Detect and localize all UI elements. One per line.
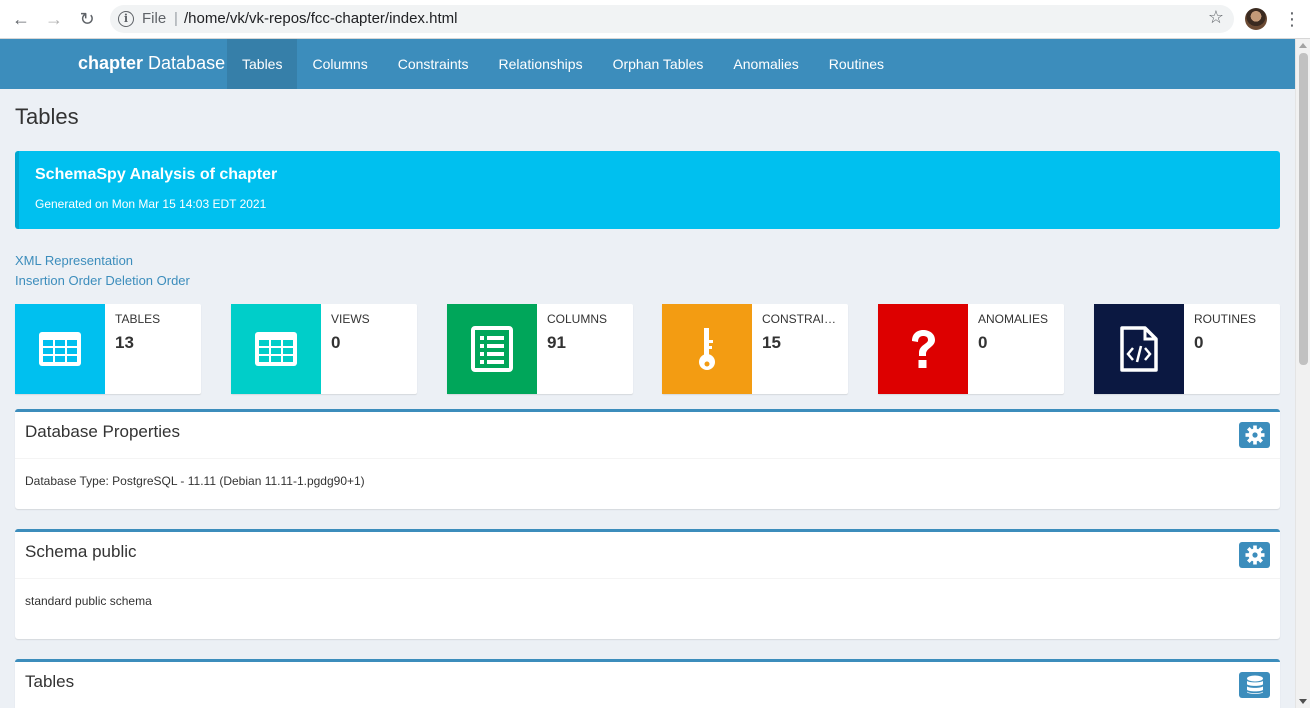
url-scheme: File: [142, 10, 167, 27]
deletion-order-link[interactable]: Deletion Order: [105, 273, 190, 288]
info-icon[interactable]: i: [118, 11, 134, 27]
nav-tab-constraints[interactable]: Constraints: [383, 39, 484, 89]
tables-box: Tables: [15, 659, 1280, 708]
settings-button[interactable]: [1239, 422, 1270, 448]
scroll-up-arrow-icon[interactable]: [1299, 43, 1307, 48]
infobox-routines[interactable]: ROUTINES 0: [1094, 304, 1280, 394]
infobox-constraints[interactable]: CONSTRAINTS 15: [662, 304, 848, 394]
xml-representation-link[interactable]: XML Representation: [15, 253, 133, 268]
forward-arrow-icon[interactable]: →: [42, 8, 66, 30]
infobox-value: 0: [1194, 333, 1204, 352]
nav-menu: Tables Columns Constraints Relationships…: [227, 39, 899, 89]
top-navbar: chapter Database Tables Columns Constrai…: [0, 39, 1295, 89]
question-icon: [878, 304, 968, 394]
settings-button[interactable]: [1239, 542, 1270, 568]
nav-tab-orphan-tables[interactable]: Orphan Tables: [598, 39, 719, 89]
box-header: Tables: [15, 662, 1280, 708]
nav-tab-tables[interactable]: Tables: [227, 39, 298, 89]
insertion-order-link[interactable]: Insertion Order: [15, 273, 102, 288]
infobox-views[interactable]: VIEWS 0: [231, 304, 417, 394]
export-links: XML Representation Insertion Order Delet…: [15, 251, 190, 291]
key-icon: [662, 304, 752, 394]
database-button[interactable]: [1239, 672, 1270, 698]
callout-subtitle: Generated on Mon Mar 15 14:03 EDT 2021: [35, 197, 267, 211]
infobox-value: 13: [115, 333, 134, 352]
url-text[interactable]: /home/vk/vk-repos/fcc-chapter/index.html: [184, 10, 457, 27]
box-title: Tables: [25, 672, 75, 691]
code-file-icon: [1094, 304, 1184, 394]
browser-toolbar: ← → ↻ i File | /home/vk/vk-repos/fcc-cha…: [0, 0, 1310, 39]
brand-rest-text: Database: [143, 53, 226, 73]
infobox-value: 91: [547, 333, 566, 352]
table-icon: [231, 304, 321, 394]
infobox-value: 0: [331, 333, 341, 352]
page-scrollbar[interactable]: [1295, 39, 1310, 708]
infobox-label: ANOMALIES: [978, 312, 1049, 326]
infobox-columns[interactable]: COLUMNS 91: [447, 304, 633, 394]
infobox-tables[interactable]: TABLES 13: [15, 304, 201, 394]
infobox-value: 0: [978, 333, 988, 352]
box-title: Schema public: [25, 542, 137, 561]
nav-tab-anomalies[interactable]: Anomalies: [718, 39, 813, 89]
menu-kebab-icon[interactable]: ⋮: [1283, 8, 1301, 30]
box-title: Database Properties: [25, 422, 180, 441]
reload-icon[interactable]: ↻: [75, 8, 99, 30]
url-separator: |: [174, 10, 178, 27]
infobox-anomalies[interactable]: ANOMALIES 0: [878, 304, 1064, 394]
nav-tab-columns[interactable]: Columns: [297, 39, 382, 89]
database-icon: [1246, 675, 1263, 694]
back-arrow-icon[interactable]: ←: [9, 8, 33, 30]
page-title: Tables: [15, 104, 79, 129]
infobox-label: COLUMNS: [547, 312, 608, 326]
table-icon: [15, 304, 105, 394]
brand-logo[interactable]: chapter Database: [78, 53, 225, 74]
database-properties-box: Database Properties Database Type: Postg…: [15, 409, 1280, 509]
box-header: Schema public: [15, 532, 1280, 579]
box-header: Database Properties: [15, 412, 1280, 459]
gear-icon: [1245, 425, 1264, 445]
infobox-label: CONSTRAINTS: [762, 312, 842, 326]
nav-tab-routines[interactable]: Routines: [814, 39, 899, 89]
scroll-thumb[interactable]: [1299, 53, 1308, 365]
infobox-label: TABLES: [115, 312, 161, 326]
profile-avatar[interactable]: [1245, 8, 1267, 30]
schema-description-text: standard public schema: [25, 594, 152, 608]
callout-title: SchemaSpy Analysis of chapter: [35, 166, 278, 183]
nav-tab-relationships[interactable]: Relationships: [484, 39, 598, 89]
analysis-callout: SchemaSpy Analysis of chapter Generated …: [15, 151, 1280, 229]
scroll-down-arrow-icon[interactable]: [1299, 699, 1307, 704]
address-bar[interactable]: i File | /home/vk/vk-repos/fcc-chapter/i…: [110, 5, 1234, 33]
database-type-text: Database Type: PostgreSQL - 11.11 (Debia…: [25, 474, 365, 488]
infobox-value: 15: [762, 333, 781, 352]
infobox-label: ROUTINES: [1194, 312, 1257, 326]
infobox-label: VIEWS: [331, 312, 370, 326]
brand-bold-text: chapter: [78, 53, 144, 73]
schema-public-box: Schema public standard public schema: [15, 529, 1280, 639]
gear-icon: [1245, 545, 1264, 565]
list-icon: [447, 304, 537, 394]
bookmark-star-icon[interactable]: ☆: [1208, 7, 1224, 28]
